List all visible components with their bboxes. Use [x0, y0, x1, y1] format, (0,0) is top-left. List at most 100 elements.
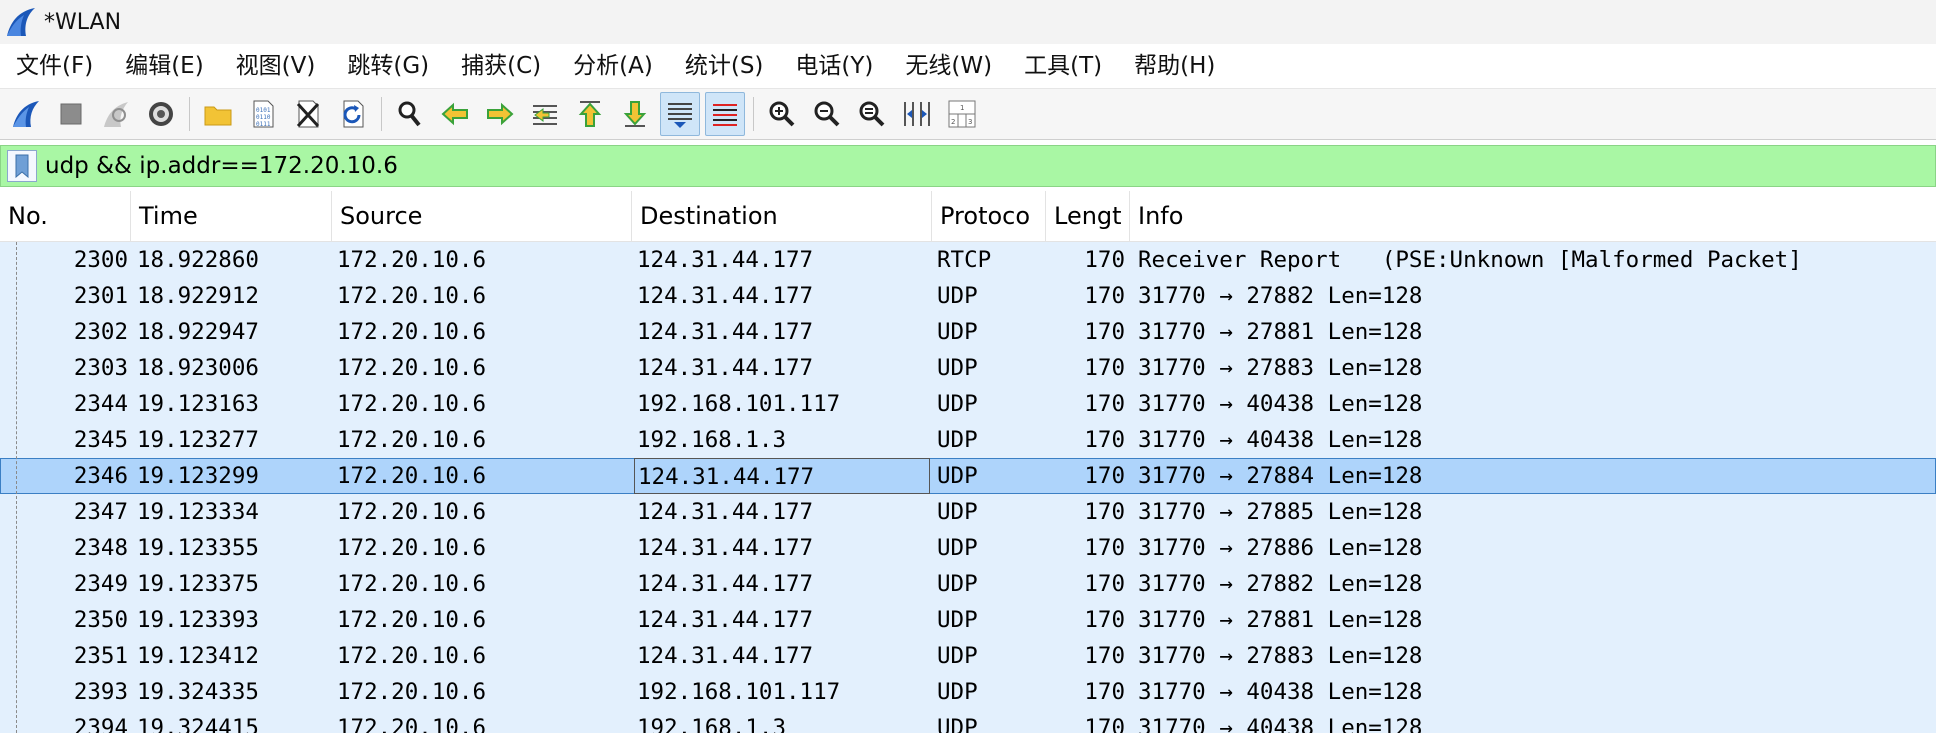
go-to-packet-button[interactable]: [525, 92, 565, 136]
column-header-destination[interactable]: Destination: [632, 191, 932, 241]
menu-capture[interactable]: 捕获(C): [445, 44, 557, 88]
cell-time: 19.123299: [137, 463, 259, 489]
cell-length: 170: [1084, 355, 1125, 381]
table-row[interactable]: 2348 19.123355 172.20.10.6 124.31.44.177…: [0, 530, 1936, 566]
column-header-length[interactable]: Lengt: [1046, 191, 1130, 241]
cell-source: 172.20.10.6: [337, 535, 487, 561]
menu-statistics[interactable]: 统计(S): [669, 44, 780, 88]
cell-source: 172.20.10.6: [337, 571, 487, 597]
menu-analyze[interactable]: 分析(A): [557, 44, 669, 88]
menu-telephony[interactable]: 电话(Y): [779, 44, 889, 88]
cell-no: 2351: [73, 643, 128, 669]
cell-source: 172.20.10.6: [337, 499, 487, 525]
menu-bar: 文件(F) 编辑(E) 视图(V) 跳转(G) 捕获(C) 分析(A) 统计(S…: [0, 44, 1936, 88]
menu-file[interactable]: 文件(F): [0, 44, 109, 88]
zoom-out-icon: [814, 101, 840, 127]
cell-no: 2302: [73, 319, 128, 345]
column-header-source[interactable]: Source: [332, 191, 632, 241]
cell-time: 19.123375: [137, 571, 259, 597]
cell-time: 19.123163: [137, 391, 259, 417]
column-header-time[interactable]: Time: [131, 191, 332, 241]
table-row[interactable]: 2301 18.922912 172.20.10.6 124.31.44.177…: [0, 278, 1936, 314]
layout-button[interactable]: 1 2 3: [942, 92, 982, 136]
column-header-no[interactable]: No.: [0, 191, 131, 241]
cell-length: 170: [1084, 571, 1125, 597]
svg-text:0101: 0101: [256, 107, 271, 114]
cell-destination: 192.168.101.117: [637, 391, 841, 417]
table-row[interactable]: 2349 19.123375 172.20.10.6 124.31.44.177…: [0, 566, 1936, 602]
zoom-in-button[interactable]: [762, 92, 802, 136]
cell-info: 31770 → 27883 Len=128: [1138, 355, 1423, 381]
menu-help[interactable]: 帮助(H): [1118, 44, 1231, 88]
table-row[interactable]: 2344 19.123163 172.20.10.6 192.168.101.1…: [0, 386, 1936, 422]
cell-length: 170: [1084, 427, 1125, 453]
cell-protocol: UDP: [937, 463, 978, 489]
cell-info: 31770 → 40438 Len=128: [1138, 679, 1423, 705]
go-last-packet-button[interactable]: [615, 92, 655, 136]
cell-protocol: UDP: [937, 607, 978, 633]
go-back-button[interactable]: [435, 92, 475, 136]
wireshark-fin-icon: [7, 8, 35, 36]
find-packet-button[interactable]: [390, 92, 430, 136]
restart-capture-button[interactable]: [96, 92, 136, 136]
table-row[interactable]: 2345 19.123277 172.20.10.6 192.168.1.3 U…: [0, 422, 1936, 458]
cell-protocol: UDP: [937, 643, 978, 669]
table-row[interactable]: 2300 18.922860 172.20.10.6 124.31.44.177…: [0, 242, 1936, 278]
cell-time: 18.923006: [137, 355, 259, 381]
cell-destination: 124.31.44.177: [637, 535, 814, 561]
capture-options-button[interactable]: [141, 92, 181, 136]
menu-go[interactable]: 跳转(G): [331, 44, 445, 88]
menu-edit[interactable]: 编辑(E): [109, 44, 219, 88]
reload-file-button[interactable]: [333, 92, 373, 136]
main-toolbar: 0101 0110 0111 1 2 3: [0, 88, 1936, 140]
table-row-selected[interactable]: 2346 19.123299 172.20.10.6 124.31.44.177…: [0, 458, 1936, 494]
related-packet-indicator: [16, 242, 17, 733]
auto-scroll-button[interactable]: [660, 92, 700, 136]
zoom-out-button[interactable]: [807, 92, 847, 136]
table-row[interactable]: 2347 19.123334 172.20.10.6 124.31.44.177…: [0, 494, 1936, 530]
open-file-button[interactable]: [198, 92, 238, 136]
menu-wireless[interactable]: 无线(W): [889, 44, 1008, 88]
packet-list: No. Time Source Destination Protoco Leng…: [0, 191, 1936, 733]
table-row[interactable]: 2303 18.923006 172.20.10.6 124.31.44.177…: [0, 350, 1936, 386]
cell-length: 170: [1084, 499, 1125, 525]
table-row[interactable]: 2350 19.123393 172.20.10.6 124.31.44.177…: [0, 602, 1936, 638]
zoom-normal-icon: [859, 101, 885, 127]
table-row[interactable]: 2351 19.123412 172.20.10.6 124.31.44.177…: [0, 638, 1936, 674]
stop-capture-icon: [60, 103, 82, 125]
stop-capture-button[interactable]: [51, 92, 91, 136]
go-forward-button[interactable]: [480, 92, 520, 136]
cell-source: 172.20.10.6: [337, 463, 487, 489]
cell-length: 170: [1084, 715, 1125, 733]
menu-view[interactable]: 视图(V): [220, 44, 332, 88]
cell-destination-focused[interactable]: 124.31.44.177: [634, 458, 930, 494]
table-row[interactable]: 2394 19.324415 172.20.10.6 192.168.1.3 U…: [0, 710, 1936, 733]
cell-length: 170: [1084, 391, 1125, 417]
resize-columns-button[interactable]: [897, 92, 937, 136]
cell-no: 2347: [73, 499, 128, 525]
table-row[interactable]: 2393 19.324335 172.20.10.6 192.168.101.1…: [0, 674, 1936, 710]
go-first-packet-button[interactable]: [570, 92, 610, 136]
column-header-info[interactable]: Info: [1130, 191, 1936, 241]
table-row[interactable]: 2302 18.922947 172.20.10.6 124.31.44.177…: [0, 314, 1936, 350]
close-file-button[interactable]: [288, 92, 328, 136]
save-file-button[interactable]: 0101 0110 0111: [243, 92, 283, 136]
cell-destination: 192.168.1.3: [637, 715, 787, 733]
zoom-normal-button[interactable]: [852, 92, 892, 136]
filter-bookmark-button[interactable]: [7, 150, 37, 182]
start-capture-button[interactable]: [6, 92, 46, 136]
capture-options-icon: [149, 102, 173, 126]
wireshark-window: *WLAN 文件(F) 编辑(E) 视图(V) 跳转(G) 捕获(C) 分析(A…: [0, 0, 1936, 733]
cell-length: 170: [1084, 643, 1125, 669]
cell-time: 19.123412: [137, 643, 259, 669]
colorize-button[interactable]: [705, 92, 745, 136]
go-first-packet-icon: [578, 101, 602, 127]
cell-time: 19.324335: [137, 679, 259, 705]
display-filter-bar: [0, 145, 1936, 187]
cell-length: 170: [1084, 247, 1125, 273]
column-header-protocol[interactable]: Protoco: [932, 191, 1046, 241]
cell-no: 2300: [73, 247, 128, 273]
cell-time: 19.324415: [137, 715, 259, 733]
display-filter-input[interactable]: [45, 153, 1845, 179]
menu-tools[interactable]: 工具(T): [1008, 44, 1118, 88]
